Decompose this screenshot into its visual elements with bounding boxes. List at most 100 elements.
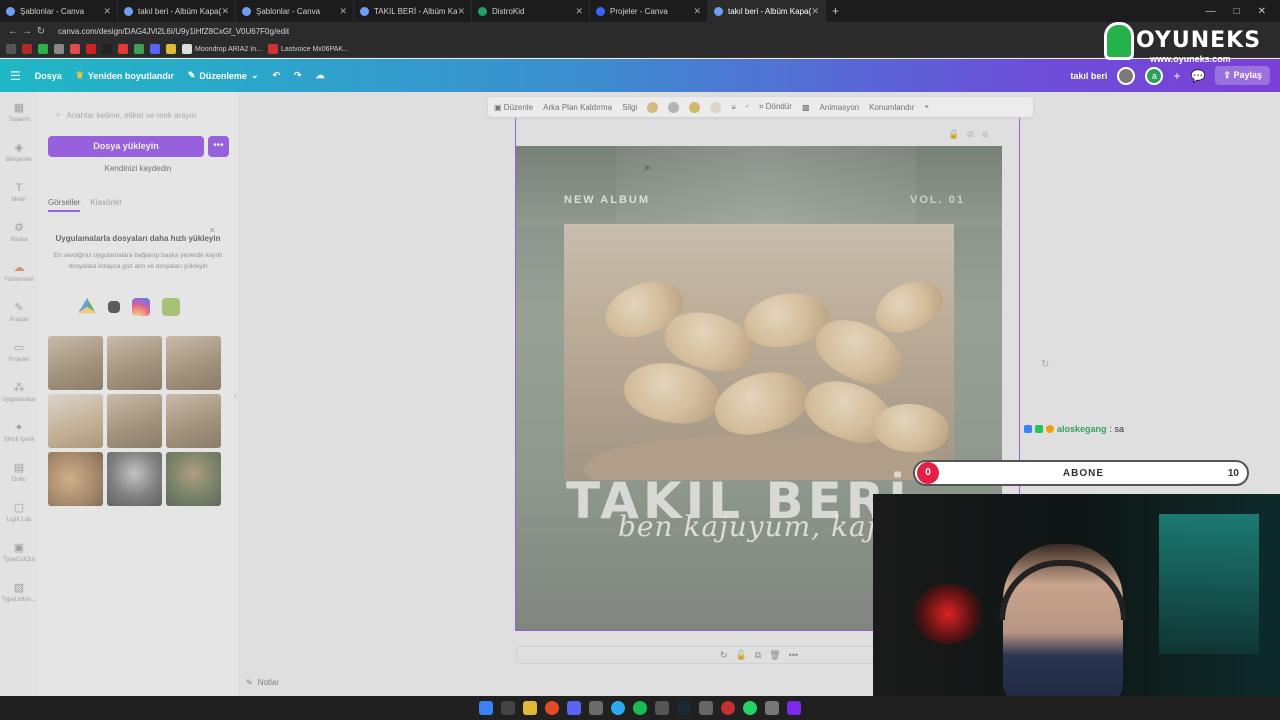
file-menu[interactable]: Dosya	[35, 71, 62, 81]
redo-icon[interactable]: ↷	[294, 70, 302, 81]
rail-item-lightlab[interactable]: ▢ Light Lab	[0, 492, 38, 532]
more-icon[interactable]: •••	[789, 650, 798, 660]
menu-icon[interactable]: ☰	[10, 69, 21, 83]
close-icon[interactable]: ✕	[811, 6, 819, 17]
instagram-icon[interactable]	[132, 298, 150, 316]
uploaded-image[interactable]	[48, 394, 103, 448]
rail-item-design[interactable]: ▦ Tasarım	[0, 92, 38, 132]
upload-files-button[interactable]: Dosya yükleyin	[48, 136, 204, 157]
corner-radius-icon[interactable]: ◜	[746, 103, 749, 112]
avatar[interactable]	[1117, 66, 1136, 85]
maximize-icon[interactable]: □	[1234, 6, 1240, 17]
uploaded-image[interactable]	[166, 394, 221, 448]
app-icon[interactable]	[765, 701, 779, 715]
close-icon[interactable]: ✕	[339, 6, 347, 17]
close-icon[interactable]: ✕	[103, 6, 111, 17]
browser-tab[interactable]: TAKIL BERİ - Albüm Kapağı✕	[354, 0, 472, 22]
browser-tab-active[interactable]: takıl beri - Albüm Kapağı ✕	[708, 0, 826, 22]
rail-item-text[interactable]: T Metin	[0, 172, 38, 212]
rail-item-typeletter[interactable]: ▧ TypeLetteri...	[0, 572, 38, 612]
lock-icon[interactable]: 🔓	[736, 650, 747, 661]
browser-tab[interactable]: takıl beri - Albüm Kapağı ✕	[118, 0, 236, 22]
bookmark-icon[interactable]	[118, 44, 128, 54]
bookmark-icon[interactable]	[54, 44, 64, 54]
search-icon[interactable]	[501, 701, 515, 715]
folder-icon[interactable]	[523, 701, 537, 715]
rail-item-projects[interactable]: ▭ Projeler	[0, 332, 38, 372]
border-style-icon[interactable]: ≡	[731, 103, 736, 112]
uploaded-image[interactable]	[166, 336, 221, 390]
add-collaborator-icon[interactable]: +	[1173, 69, 1180, 83]
uploaded-image[interactable]	[107, 394, 162, 448]
close-icon[interactable]: ✕	[457, 6, 465, 17]
new-album-text[interactable]: NEW ALBUM	[564, 194, 650, 206]
color-swatch[interactable]	[710, 101, 722, 113]
bookmark-icon[interactable]	[38, 44, 48, 54]
collapse-panel-icon[interactable]: ‹	[234, 390, 237, 400]
close-icon[interactable]: ✕	[575, 6, 583, 17]
new-tab-icon[interactable]: +	[832, 4, 839, 18]
folder-icon[interactable]	[166, 44, 176, 54]
app-icon[interactable]	[655, 701, 669, 715]
rail-item-brand[interactable]: ⚙ Marka	[0, 212, 38, 252]
avatar-letter[interactable]: a	[1145, 66, 1164, 85]
chrome-icon[interactable]	[545, 701, 559, 715]
bookmark-icon[interactable]	[70, 44, 80, 54]
duplicate-icon[interactable]: ⧉	[967, 129, 973, 140]
notes-button[interactable]: ✎ Notlar	[246, 678, 279, 687]
app-icon[interactable]	[589, 701, 603, 715]
color-swatch[interactable]	[689, 101, 701, 113]
edit-image-button[interactable]: ▣ Düzenle	[494, 103, 533, 112]
rail-item-magic[interactable]: ✦ Sihirli Içerik	[0, 412, 38, 452]
erase-button[interactable]: Silgi	[622, 103, 637, 112]
comment-icon[interactable]: 💬	[1190, 69, 1205, 83]
app-icon[interactable]	[721, 701, 735, 715]
discord-icon[interactable]	[150, 44, 160, 54]
browser-tab[interactable]: Şablonlar - Canva ✕	[236, 0, 354, 22]
rail-item-elements[interactable]: ◈ Bileşenler	[0, 132, 38, 172]
app-icon[interactable]	[699, 701, 713, 715]
spotify-icon[interactable]	[633, 701, 647, 715]
browser-tab[interactable]: DistroKid ✕	[472, 0, 590, 22]
record-yourself-link[interactable]: Kendinizi kaydedin	[48, 164, 228, 173]
bookmark-link[interactable]: Moondrop ARIA2 In...	[182, 44, 262, 54]
trash-icon[interactable]: 🗑	[769, 650, 780, 661]
discord-icon[interactable]	[567, 701, 581, 715]
rail-item-tools[interactable]: ✎ Araçlar	[0, 292, 38, 332]
apps-icon[interactable]	[6, 44, 16, 54]
uploaded-image[interactable]	[107, 336, 162, 390]
shopify-icon[interactable]	[162, 298, 180, 316]
browser-tab[interactable]: Projeler - Canva ✕	[590, 0, 708, 22]
rail-item-uploads[interactable]: ☁ Yüklemeler	[0, 252, 38, 292]
tab-folders[interactable]: Klasörler	[90, 198, 122, 212]
youtube-icon[interactable]	[86, 44, 96, 54]
telegram-icon[interactable]	[611, 701, 625, 715]
close-icon[interactable]: ✕	[693, 6, 701, 17]
bookmark-icon[interactable]	[22, 44, 32, 54]
resize-button[interactable]: ♛ Yeniden boyutlandır	[76, 70, 174, 81]
forward-icon[interactable]: →	[20, 26, 34, 37]
tab-images[interactable]: Görseller	[48, 198, 81, 212]
uploaded-image[interactable]	[166, 452, 221, 506]
search-input[interactable]: ⌕ Anahtar kelime, etiket ve renk arayın	[48, 104, 228, 126]
reload-icon[interactable]: ↻	[34, 26, 48, 37]
more-options-button[interactable]: •••	[208, 136, 229, 157]
rail-item-apps[interactable]: ⁂ Uygulamalar	[0, 372, 38, 412]
cashew-photo[interactable]	[564, 224, 954, 480]
whatsapp-icon[interactable]	[743, 701, 757, 715]
rail-item-typecut[interactable]: ▣ TypeCutOut	[0, 532, 38, 572]
lock-icon[interactable]: 🔒	[948, 129, 959, 140]
crop-button[interactable]: ⌗ Döndür	[759, 102, 792, 112]
minimize-icon[interactable]: —	[1206, 6, 1216, 17]
url-field[interactable]: canva.com/design/DAG4JVi2L6I/U9y1iHfZ8Cx…	[58, 27, 289, 36]
steam-icon[interactable]	[677, 701, 691, 715]
bg-remove-button[interactable]: Arka Plan Kaldırma	[543, 103, 612, 112]
rail-item-texture[interactable]: ▤ Doku	[0, 452, 38, 492]
duplicate-icon[interactable]: ⧉	[755, 650, 761, 661]
rotate-handle-icon[interactable]: ↻	[1041, 359, 1049, 370]
close-window-icon[interactable]: ✕	[1258, 6, 1266, 17]
canva-icon[interactable]	[787, 701, 801, 715]
uploaded-image[interactable]	[48, 452, 103, 506]
back-icon[interactable]: ←	[6, 26, 20, 37]
bookmark-link[interactable]: Lastvoice Mx06PAK...	[267, 44, 349, 54]
